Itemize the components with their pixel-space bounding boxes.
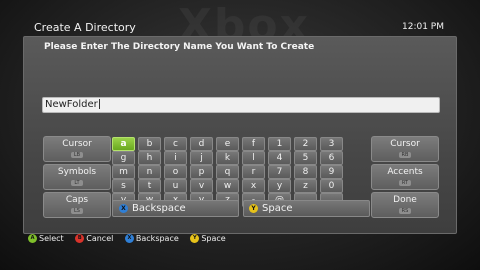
space-label: Space	[262, 203, 293, 214]
directory-name-input[interactable]: NewFolder	[42, 97, 440, 113]
screen-title: Create A Directory	[34, 21, 136, 34]
caps-label: Caps	[65, 195, 89, 205]
key-x[interactable]: x	[242, 179, 265, 193]
key-b[interactable]: b	[138, 137, 161, 151]
key-j[interactable]: j	[190, 151, 213, 165]
y-button-icon: Y	[190, 234, 200, 243]
key-9[interactable]: 9	[320, 165, 343, 179]
lt-trigger-icon: LT	[71, 180, 83, 186]
key-8[interactable]: 8	[294, 165, 317, 179]
key-t[interactable]: t	[138, 179, 161, 193]
key-r[interactable]: r	[242, 165, 265, 179]
input-text: NewFolder	[45, 99, 98, 110]
keyboard-dialog: Please Enter The Directory Name You Want…	[23, 36, 457, 234]
cursor-left-label: Cursor	[62, 139, 92, 149]
a-button-icon: A	[28, 234, 37, 243]
backspace-key[interactable]: X Backspace	[112, 200, 239, 217]
ls-stick-icon: LS	[71, 208, 83, 214]
symbols-label: Symbols	[57, 167, 97, 177]
cursor-right-label: Cursor	[390, 139, 420, 149]
legend-space: Y Space	[190, 234, 226, 243]
text-caret	[98, 99, 100, 109]
done-button[interactable]: Done RS	[371, 192, 439, 218]
key-5[interactable]: 5	[294, 151, 317, 165]
rs-stick-icon: RS	[398, 208, 412, 214]
key-0[interactable]: 0	[320, 179, 343, 193]
key-u[interactable]: u	[164, 179, 187, 193]
key-o[interactable]: o	[164, 165, 187, 179]
key-k[interactable]: k	[216, 151, 239, 165]
space-key[interactable]: Y Space	[243, 200, 370, 217]
x-button-icon: X	[119, 203, 128, 213]
legend-select-label: Select	[39, 234, 64, 243]
clock: 12:01 PM	[402, 22, 444, 32]
key-d[interactable]: d	[190, 137, 213, 151]
dialog-prompt: Please Enter The Directory Name You Want…	[44, 42, 315, 52]
legend-space-label: Space	[201, 234, 226, 243]
key-a[interactable]: a	[112, 137, 135, 151]
symbols-button[interactable]: Symbols LT	[43, 164, 111, 190]
key-4[interactable]: 4	[268, 151, 291, 165]
key-7[interactable]: 7	[268, 165, 291, 179]
rb-bumper-icon: RB	[398, 152, 412, 158]
legend-cancel-label: Cancel	[86, 234, 114, 243]
key-i[interactable]: i	[164, 151, 187, 165]
key-y[interactable]: y	[268, 179, 291, 193]
key-l[interactable]: l	[242, 151, 265, 165]
rt-trigger-icon: RT	[398, 180, 412, 186]
caps-button[interactable]: Caps LS	[43, 192, 111, 218]
x-button-icon: X	[124, 234, 134, 243]
button-legend: A Select B Cancel X Backspace Y Space	[28, 234, 235, 243]
key-g[interactable]: g	[112, 151, 135, 165]
key-6[interactable]: 6	[320, 151, 343, 165]
key-w[interactable]: w	[216, 179, 239, 193]
cursor-left-button[interactable]: Cursor LB	[43, 136, 111, 162]
key-h[interactable]: h	[138, 151, 161, 165]
key-f[interactable]: f	[242, 137, 265, 151]
backspace-label: Backspace	[132, 203, 186, 214]
cursor-right-button[interactable]: Cursor RB	[371, 136, 439, 162]
lb-bumper-icon: LB	[70, 152, 84, 158]
b-button-icon: B	[75, 234, 85, 243]
key-2[interactable]: 2	[294, 137, 317, 151]
key-v[interactable]: v	[190, 179, 213, 193]
done-label: Done	[393, 195, 417, 205]
key-m[interactable]: m	[112, 165, 135, 179]
key-1[interactable]: 1	[268, 137, 291, 151]
key-s[interactable]: s	[112, 179, 135, 193]
key-n[interactable]: n	[138, 165, 161, 179]
legend-backspace-label: Backspace	[135, 234, 179, 243]
key-c[interactable]: c	[164, 137, 187, 151]
y-button-icon: Y	[249, 203, 258, 213]
key-q[interactable]: q	[216, 165, 239, 179]
key-p[interactable]: p	[190, 165, 213, 179]
key-3[interactable]: 3	[320, 137, 343, 151]
legend-select: A Select	[28, 234, 64, 243]
accents-label: Accents	[387, 167, 423, 177]
legend-cancel: B Cancel	[75, 234, 113, 243]
accents-button[interactable]: Accents RT	[371, 164, 439, 190]
key-z[interactable]: z	[294, 179, 317, 193]
key-e[interactable]: e	[216, 137, 239, 151]
legend-backspace: X Backspace	[124, 234, 179, 243]
